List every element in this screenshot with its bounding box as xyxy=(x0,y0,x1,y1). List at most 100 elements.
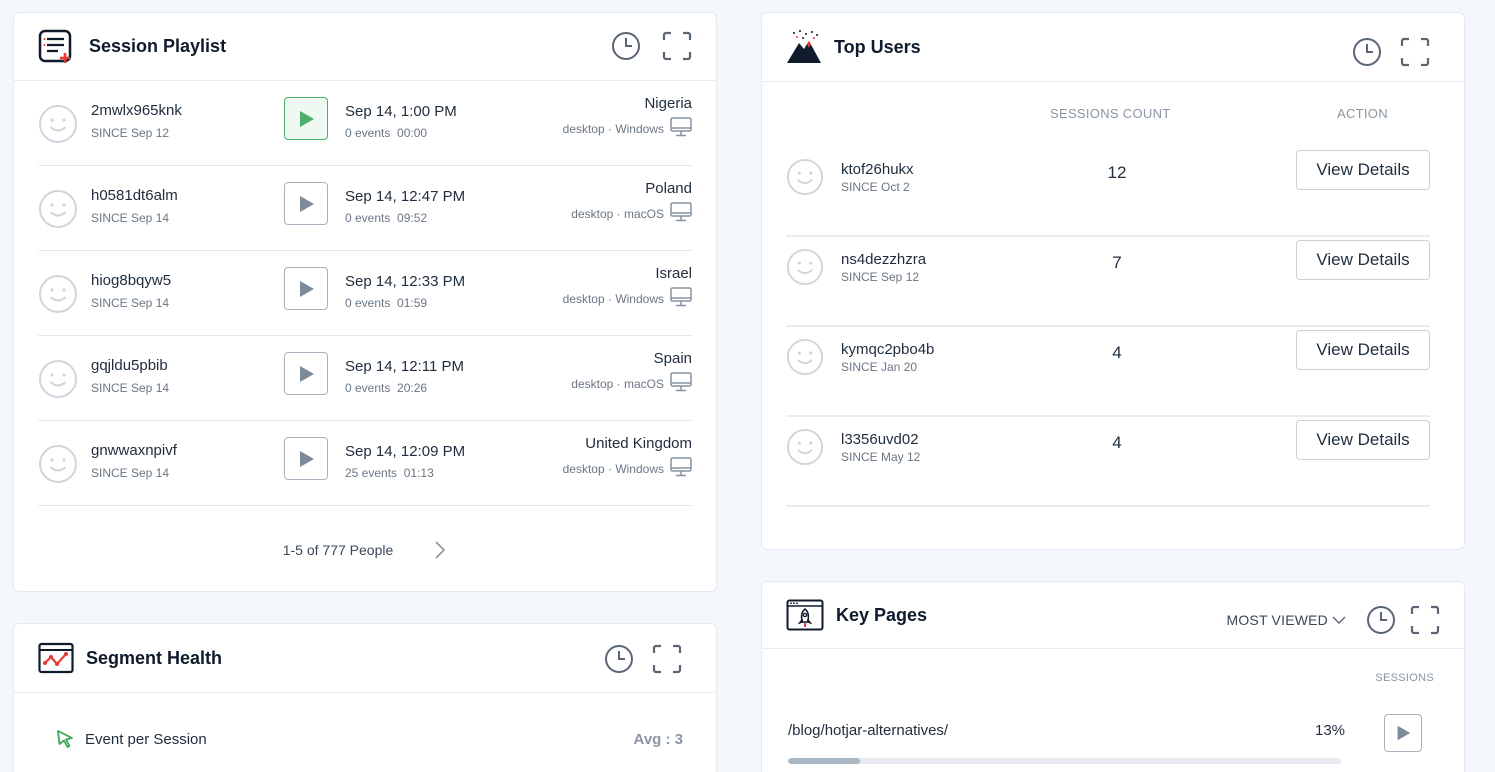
session-user-since: SINCE Sep 14 xyxy=(91,211,170,225)
session-row[interactable]: h0581dt6alm SINCE Sep 14 Sep 14, 12:47 P… xyxy=(38,166,692,251)
cursor-arrow-icon xyxy=(56,729,76,754)
session-user-id[interactable]: gqjldu5pbib xyxy=(91,357,168,374)
sessions-count: 7 xyxy=(1112,253,1122,272)
session-date: Sep 14, 12:33 PM xyxy=(345,273,466,290)
play-session-button[interactable] xyxy=(284,352,328,395)
play-icon xyxy=(300,195,314,212)
user-since: SINCE Sep 12 xyxy=(841,270,920,284)
segment-health-header: Segment Health xyxy=(14,624,716,693)
session-user-id[interactable]: gnwwaxnpivf xyxy=(91,442,177,459)
session-date: Sep 14, 12:11 PM xyxy=(345,358,464,375)
segment-health-actions xyxy=(604,644,682,674)
session-user-since: SINCE Sep 12 xyxy=(91,126,170,140)
session-list: 2mwlx965knk SINCE Sep 12 Sep 14, 1:00 PM… xyxy=(14,81,716,506)
session-date: Sep 14, 12:09 PM xyxy=(345,443,466,460)
monitor-icon xyxy=(670,372,692,395)
session-row[interactable]: gqjldu5pbib SINCE Sep 14 Sep 14, 12:11 P… xyxy=(38,336,692,421)
play-session-button[interactable] xyxy=(284,267,328,310)
chevron-down-icon xyxy=(1332,612,1346,628)
user-since: SINCE Jan 20 xyxy=(841,360,918,374)
device-os: Windows xyxy=(615,291,664,306)
user-id[interactable]: kymqc2pbo4b xyxy=(841,341,934,358)
clock-icon[interactable] xyxy=(1352,37,1382,67)
session-row[interactable]: hiog8bqyw5 SINCE Sep 14 Sep 14, 12:33 PM… xyxy=(38,251,692,336)
session-playlist-header: Session Playlist xyxy=(14,13,716,81)
session-row[interactable]: gnwwaxnpivf SINCE Sep 14 Sep 14, 12:09 P… xyxy=(38,421,692,506)
session-user-id[interactable]: hiog8bqyw5 xyxy=(91,272,171,289)
segment-metric-label: Event per Session xyxy=(85,731,207,748)
fullscreen-icon[interactable] xyxy=(1400,37,1430,67)
sessions-count: 12 xyxy=(1107,163,1127,182)
session-events: 0 events xyxy=(345,296,391,310)
chevron-right-icon[interactable] xyxy=(433,539,447,561)
pagination: 1-5 of 777 People xyxy=(14,539,716,561)
session-playlist-title: Session Playlist xyxy=(89,36,227,56)
clock-icon[interactable] xyxy=(1366,605,1396,635)
segment-health-card: Segment Health Event per Session Avg : 3 xyxy=(13,623,717,772)
session-duration: 01:59 xyxy=(397,296,428,310)
top-users-list: ktof26hukx SINCE Oct 2 12 View Details n… xyxy=(762,147,1464,507)
session-user-id[interactable]: h0581dt6alm xyxy=(91,187,178,204)
action-column: ACTION xyxy=(1337,106,1388,121)
device-type: desktop xyxy=(562,461,605,476)
session-user-id[interactable]: 2mwlx965knk xyxy=(91,102,182,119)
session-date: Sep 14, 12:47 PM xyxy=(345,188,466,205)
session-user-since: SINCE Sep 14 xyxy=(91,381,170,395)
session-row[interactable]: 2mwlx965knk SINCE Sep 12 Sep 14, 1:00 PM… xyxy=(38,81,692,166)
table-row: kymqc2pbo4b SINCE Jan 20 4 View Details xyxy=(786,327,1430,417)
smiley-avatar-icon xyxy=(38,359,78,399)
top-users-actions xyxy=(1352,37,1430,67)
user-since: SINCE Oct 2 xyxy=(841,180,910,194)
monitor-icon xyxy=(670,287,692,310)
view-details-button[interactable]: View Details xyxy=(1296,150,1430,190)
device-os: macOS xyxy=(623,206,664,221)
top-users-table-header: SESSIONS COUNT ACTION xyxy=(762,82,1464,147)
session-duration: 09:52 xyxy=(397,211,428,225)
sessions-count: 4 xyxy=(1112,433,1122,452)
session-country: Nigeria xyxy=(644,95,692,112)
view-details-button[interactable]: View Details xyxy=(1296,420,1430,460)
session-duration: 01:13 xyxy=(403,466,434,480)
play-icon xyxy=(300,365,314,382)
table-row: ns4dezzhzra SINCE Sep 12 7 View Details xyxy=(786,237,1430,327)
session-device: desktop · macOS xyxy=(571,202,692,225)
page-progress-track xyxy=(788,758,1341,764)
session-device: desktop · Windows xyxy=(563,457,692,480)
session-duration: 00:00 xyxy=(397,126,428,140)
session-events: 0 events xyxy=(345,381,391,395)
session-device: desktop · Windows xyxy=(563,287,692,310)
clock-icon[interactable] xyxy=(604,644,634,674)
play-page-button[interactable] xyxy=(1384,714,1422,752)
device-os: macOS xyxy=(623,376,664,391)
clock-icon[interactable] xyxy=(611,31,641,61)
session-meta: 0 events 09:52 xyxy=(345,211,427,225)
session-events: 0 events xyxy=(345,211,391,225)
rocket-window-icon xyxy=(786,599,824,631)
sort-dropdown[interactable]: MOST VIEWED xyxy=(1226,612,1346,628)
play-session-button[interactable] xyxy=(284,97,328,140)
key-pages-card: Key Pages MOST VIEWED SESSIONS /blog/hot… xyxy=(761,581,1465,772)
view-details-button[interactable]: View Details xyxy=(1296,240,1430,280)
session-meta: 25 events 01:13 xyxy=(345,466,434,480)
smiley-avatar-icon xyxy=(786,338,824,376)
smiley-avatar-icon xyxy=(786,158,824,196)
fullscreen-icon[interactable] xyxy=(662,31,692,61)
device-type: desktop xyxy=(562,121,605,136)
play-session-button[interactable] xyxy=(284,437,328,480)
user-id[interactable]: l3356uvd02 xyxy=(841,431,919,448)
session-user-since: SINCE Sep 14 xyxy=(91,296,170,310)
top-users-title: Top Users xyxy=(834,36,921,57)
fullscreen-icon[interactable] xyxy=(1410,605,1440,635)
session-meta: 0 events 20:26 xyxy=(345,381,427,395)
page-percent: 13% xyxy=(1315,722,1346,739)
device-type: desktop xyxy=(571,206,614,221)
view-details-button[interactable]: View Details xyxy=(1296,330,1430,370)
fullscreen-icon[interactable] xyxy=(652,644,682,674)
user-id[interactable]: ktof26hukx xyxy=(841,161,914,178)
page-path-link[interactable]: /blog/hotjar-alternatives/ xyxy=(788,722,948,739)
smiley-avatar-icon xyxy=(38,189,78,229)
play-session-button[interactable] xyxy=(284,182,328,225)
segment-metric-value: Avg : 3 xyxy=(633,731,683,748)
session-meta: 0 events 01:59 xyxy=(345,296,427,310)
user-id[interactable]: ns4dezzhzra xyxy=(841,251,926,268)
